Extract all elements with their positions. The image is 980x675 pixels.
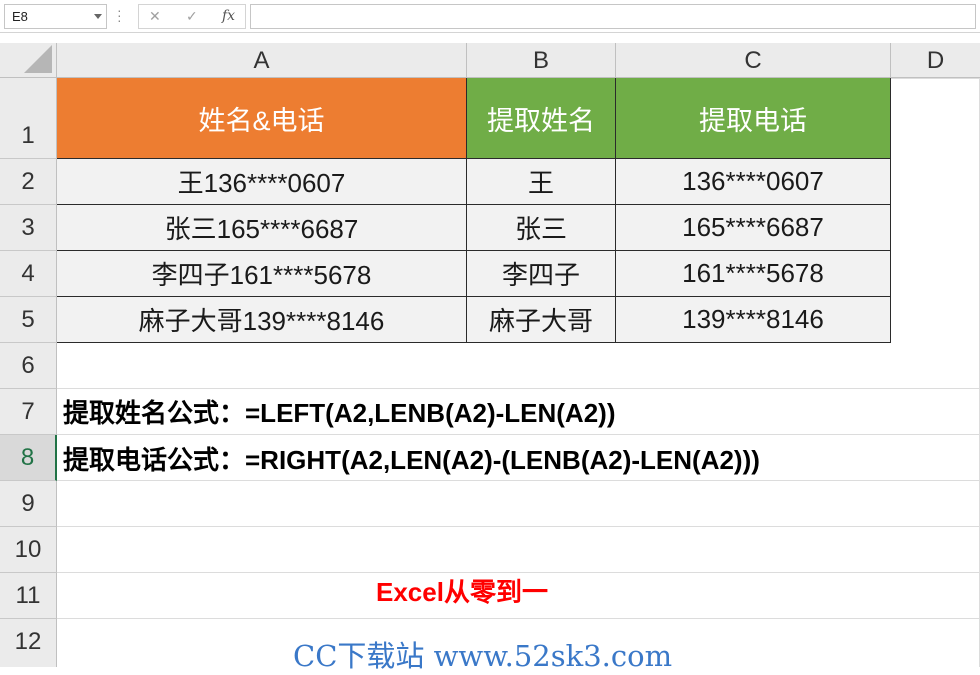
row-header-2[interactable]: 2 [0,159,57,205]
name-box[interactable]: E8 [4,4,107,29]
header-cell-extract-name[interactable]: 提取姓名 [467,78,616,159]
cell-b3[interactable]: 张三 [467,205,616,251]
row-header-7[interactable]: 7 [0,389,57,435]
row-header-12[interactable]: 12 [0,619,57,667]
more-options-icon: · · · [117,2,122,28]
gridline [57,388,980,389]
cell-b2[interactable]: 王 [467,159,616,205]
gridline [57,434,980,435]
phone-formula-text[interactable]: 提取电话公式：=RIGHT(A2,LEN(A2)-(LENB(A2)-LEN(A… [63,440,760,477]
column-header-d[interactable]: D [891,43,980,78]
row-header-4[interactable]: 4 [0,251,57,297]
row-header-8[interactable]: 8 [0,435,57,481]
name-formula-text[interactable]: 提取姓名公式：=LEFT(A2,LENB(A2)-LEN(A2)) [63,393,616,430]
column-header-c[interactable]: C [616,43,891,78]
top-strip [0,33,980,43]
header-cell-extract-phone[interactable]: 提取电话 [616,78,891,159]
cell-a5[interactable]: 麻子大哥139****8146 [57,297,467,343]
brand-text: Excel从零到一 [376,577,548,607]
cell-b4[interactable]: 李四子 [467,251,616,297]
header-cell-name-phone[interactable]: 姓名&电话 [57,78,467,159]
formula-input[interactable] [250,4,976,29]
confirm-icon[interactable]: ✓ [186,8,198,25]
gridline [57,618,980,619]
cell-c3[interactable]: 165****6687 [616,205,891,251]
cell-c2[interactable]: 136****0607 [616,159,891,205]
chevron-down-icon[interactable] [94,14,102,19]
select-all-icon [24,45,52,73]
cancel-icon[interactable]: ✕ [149,8,161,25]
row-header-9[interactable]: 9 [0,481,57,527]
formula-actions: ✕ ✓ fx [138,4,246,29]
cell-c4[interactable]: 161****5678 [616,251,891,297]
formula-bar: E8 · · · ✕ ✓ fx [0,0,980,33]
row-header-11[interactable]: 11 [0,573,57,619]
insert-function-icon[interactable]: fx [222,8,235,24]
column-header-b[interactable]: B [467,43,616,78]
gridline [57,480,980,481]
row-header-1[interactable]: 1 [0,78,57,159]
cell-b5[interactable]: 麻子大哥 [467,297,616,343]
cell-a2[interactable]: 王136****0607 [57,159,467,205]
cell-a4[interactable]: 李四子161****5678 [57,251,467,297]
gridline [891,78,980,79]
row-header-5[interactable]: 5 [0,297,57,343]
watermark: CC下载站 www.52sk3.com [293,639,673,673]
cell-c5[interactable]: 139****8146 [616,297,891,343]
gridline [57,526,980,527]
cell-a3[interactable]: 张三165****6687 [57,205,467,251]
name-box-value: E8 [12,9,28,24]
column-header-a[interactable]: A [57,43,467,78]
row-header-10[interactable]: 10 [0,527,57,573]
row-header-3[interactable]: 3 [0,205,57,251]
row-header-6[interactable]: 6 [0,343,57,389]
select-all-button[interactable] [0,43,57,78]
